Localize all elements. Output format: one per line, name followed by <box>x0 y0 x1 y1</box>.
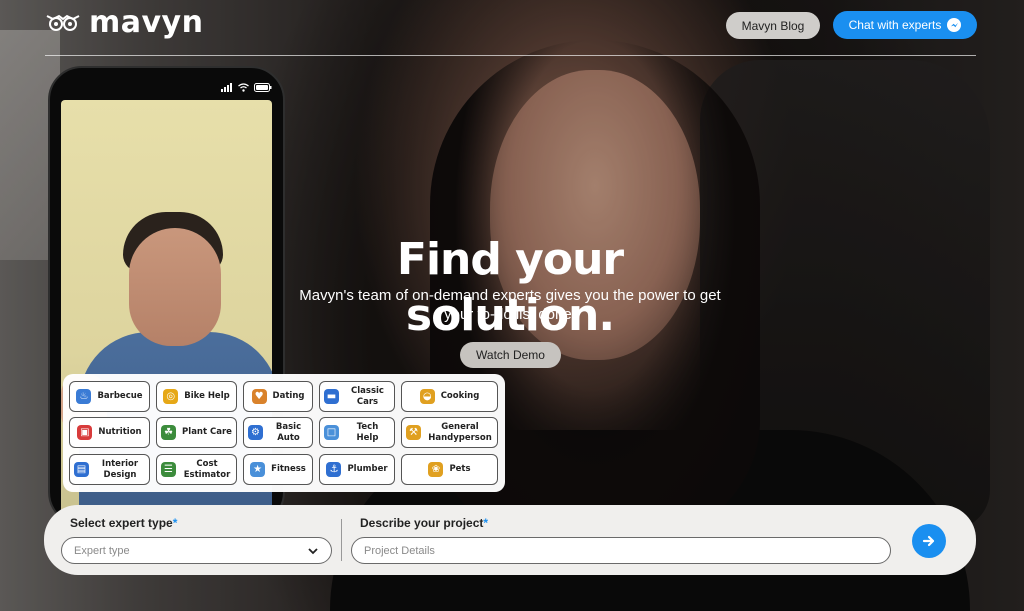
expert-chip-cost-estimator[interactable]: ☰ Cost Estimator <box>156 454 237 485</box>
logo[interactable]: mavyn <box>45 8 203 38</box>
site-header: mavyn Mavyn Blog Chat with experts <box>0 0 1024 56</box>
expert-chip-label: Bike Help <box>184 391 230 401</box>
tech-help-icon: □ <box>324 425 339 440</box>
expert-face <box>129 228 221 346</box>
expert-chip-label: Plant Care <box>182 427 232 437</box>
expert-chip-label: Nutrition <box>98 427 142 437</box>
expert-chip-tech-help[interactable]: □ Tech Help <box>319 417 395 448</box>
expert-chip-cooking[interactable]: ◒ Cooking <box>401 381 498 412</box>
expert-chip-label: Fitness <box>271 464 306 474</box>
battery-icon <box>254 82 272 92</box>
bike-icon: ◎ <box>163 389 179 404</box>
expert-chip-label: Cooking <box>440 391 480 401</box>
watch-demo-button[interactable]: Watch Demo <box>460 342 561 368</box>
arrow-right-icon <box>922 535 935 547</box>
basic-auto-icon: ⚙ <box>248 425 263 440</box>
expert-chip-classic-car[interactable]: ▬ Classic Cars <box>319 381 395 412</box>
expert-chip-label: Barbecue <box>97 391 143 401</box>
nutrition-icon: ▣ <box>77 425 93 440</box>
hero-subtitle: Mavyn's team of on-demand experts gives … <box>299 287 721 323</box>
fitness-icon: ★ <box>250 462 266 477</box>
phone-status-bar <box>62 78 272 96</box>
dating-icon: ♥ <box>251 389 267 404</box>
messenger-icon <box>947 18 962 32</box>
expert-chip-label: Plumber <box>347 464 388 474</box>
expert-chip-label: Basic Auto <box>275 421 302 443</box>
expert-type-label: Select expert type* <box>70 516 177 530</box>
expert-chip-plant-care[interactable]: ☘ Plant Care <box>156 417 237 448</box>
expert-chip-handyperson[interactable]: ⚒ General Handyperson <box>401 417 498 448</box>
expert-chip-bike[interactable]: ◎ Bike Help <box>156 381 237 412</box>
expert-type-label-text: Select expert type <box>70 516 173 530</box>
submit-button[interactable] <box>912 524 946 558</box>
required-marker: * <box>483 516 489 530</box>
expert-chip-label: General Handyperson <box>428 421 492 443</box>
expert-chip-label: Cost Estimator <box>183 458 231 480</box>
logo-text: mavyn <box>89 5 204 40</box>
blog-button[interactable]: Mavyn Blog <box>726 12 820 39</box>
project-search-bar: Select expert type* Expert type Describe… <box>44 505 976 575</box>
plant-care-icon: ☘ <box>161 425 177 440</box>
project-label: Describe your project* <box>360 516 488 530</box>
wifi-icon <box>238 82 249 92</box>
expert-chip-nutrition[interactable]: ▣ Nutrition <box>69 417 150 448</box>
search-divider <box>341 519 342 561</box>
required-marker: * <box>172 516 178 530</box>
expert-chip-label: Interior Design <box>101 458 139 480</box>
expert-chip-pets[interactable]: ❀ Pets <box>401 454 498 485</box>
expert-chip-label: Classic Cars <box>351 385 384 407</box>
project-details-input[interactable] <box>351 537 891 564</box>
expert-chip-barbecue[interactable]: ♨ Barbecue <box>69 381 150 412</box>
owl-logo-icon <box>46 14 80 31</box>
classic-car-icon: ▬ <box>324 389 339 404</box>
cost-estimator-icon: ☰ <box>161 462 176 477</box>
expert-chip-dating[interactable]: ♥ Dating <box>243 381 313 412</box>
expert-type-panel: ♨ Barbecue ◎ Bike Help ♥ Dating ▬ Classic Cars ◒… <box>63 374 505 492</box>
barbecue-icon: ♨ <box>76 389 92 404</box>
expert-chip-plumber[interactable]: ⚓ Plumber <box>319 454 395 485</box>
pets-icon: ❀ <box>428 462 444 477</box>
chat-with-experts-button[interactable]: Chat with experts <box>833 11 977 39</box>
project-label-text: Describe your project <box>360 516 484 530</box>
signal-icon <box>221 82 232 92</box>
expert-chip-fitness[interactable]: ★ Fitness <box>243 454 313 485</box>
interior-design-icon: ▤ <box>74 462 89 477</box>
expert-chip-interior-design[interactable]: ▤ Interior Design <box>69 454 150 485</box>
expert-chip-label: Pets <box>449 464 471 474</box>
expert-chip-basic-auto[interactable]: ⚙ Basic Auto <box>243 417 313 448</box>
header-divider <box>45 55 976 56</box>
expert-type-select[interactable]: Expert type <box>61 537 332 564</box>
expert-chip-label: Tech Help <box>356 421 379 443</box>
expert-chip-label: Dating <box>272 391 305 401</box>
chevron-down-icon <box>308 548 318 555</box>
handyperson-icon: ⚒ <box>406 425 421 440</box>
expert-type-placeholder: Expert type <box>74 544 130 557</box>
plumber-icon: ⚓ <box>326 462 342 477</box>
cooking-icon: ◒ <box>419 389 435 404</box>
chat-button-label: Chat with experts <box>848 18 942 32</box>
